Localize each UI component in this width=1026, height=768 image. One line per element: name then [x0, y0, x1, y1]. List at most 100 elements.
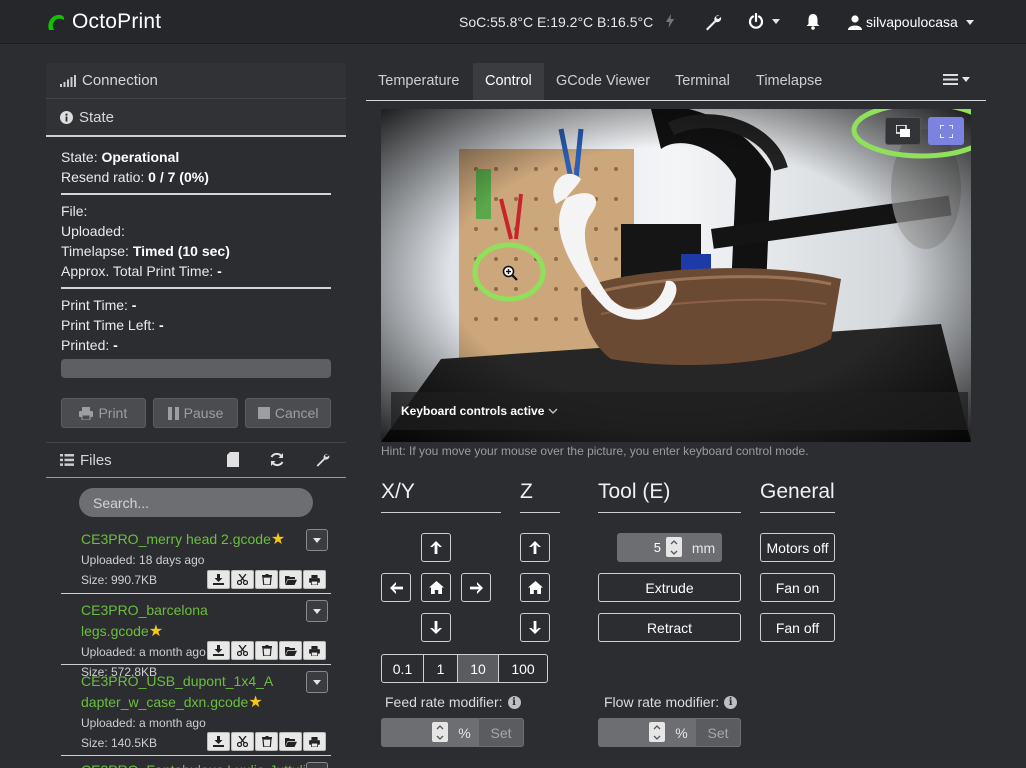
wrench-icon[interactable] [704, 13, 722, 31]
file-menu-button[interactable] [306, 671, 328, 693]
slice-button[interactable] [231, 570, 254, 589]
z-title: Z [520, 480, 533, 503]
print-time-label: Print Time: [61, 297, 128, 313]
file-line: File: [61, 203, 88, 219]
file-name[interactable]: CE3PRO_barcelona legs.gcode★ [81, 594, 331, 642]
print-file-button[interactable] [303, 732, 326, 751]
list-item[interactable]: CE3PRO_merry head 2.gcode★ Uploaded: 18 … [61, 523, 331, 594]
tab-gcode-viewer[interactable]: GCode Viewer [544, 63, 662, 100]
resend-label: Resend ratio: [61, 169, 145, 185]
file-name[interactable]: CE3PRO_Fantabulous Luulia-Juttuli [81, 756, 331, 768]
state-panel-header[interactable]: State [46, 99, 346, 137]
jog-x-minus-button[interactable] [381, 573, 411, 602]
flow-rate-set-button[interactable]: Set [695, 718, 741, 747]
keyboard-controls-bar[interactable]: Keyboard controls active [391, 392, 968, 430]
extrude-amount-input[interactable]: 5 [617, 533, 685, 562]
bolt-icon [666, 14, 674, 31]
print-file-button[interactable] [303, 641, 326, 660]
slice-button[interactable] [231, 732, 254, 751]
chevron-down-icon [653, 735, 661, 740]
tab-terminal[interactable]: Terminal [663, 63, 742, 100]
file-menu-button[interactable] [306, 600, 328, 622]
fan-off-button[interactable]: Fan off [760, 613, 835, 642]
file-menu-button[interactable] [306, 762, 328, 768]
home-xy-button[interactable] [421, 573, 451, 602]
print-file-button[interactable] [303, 570, 326, 589]
motors-off-button[interactable]: Motors off [760, 533, 835, 562]
load-button[interactable] [279, 641, 302, 660]
job-controls: Print Pause Cancel [46, 378, 346, 428]
bell-icon[interactable] [805, 13, 821, 33]
step-1-button[interactable]: 1 [423, 654, 458, 683]
search-wrap [46, 478, 346, 517]
extrude-button[interactable]: Extrude [598, 573, 741, 602]
file-name[interactable]: CE3PRO_merry head 2.gcode★ [81, 523, 331, 550]
delete-button[interactable] [255, 641, 278, 660]
list-item[interactable]: CE3PRO_USB_dupont_1x4_Adapter_w_case_dxn… [61, 665, 331, 756]
power-menu[interactable] [748, 13, 780, 29]
delete-button[interactable] [255, 732, 278, 751]
flow-rate-input[interactable] [598, 718, 668, 747]
printed-label: Printed: [61, 337, 110, 353]
download-icon [213, 645, 224, 656]
folder-open-icon [284, 575, 297, 585]
jog-x-plus-button[interactable] [461, 573, 491, 602]
star-icon: ★ [270, 531, 286, 548]
download-button[interactable] [207, 732, 230, 751]
info-icon[interactable]: i [724, 695, 738, 709]
brand[interactable]: OctoPrint [46, 10, 161, 34]
printed-value: - [113, 337, 118, 353]
list-item[interactable]: CE3PRO_Fantabulous Luulia-Juttuli [61, 756, 331, 768]
jog-y-plus-button[interactable] [421, 533, 451, 562]
load-button[interactable] [279, 732, 302, 751]
jog-z-plus-button[interactable] [520, 533, 550, 562]
brand-title: OctoPrint [72, 10, 162, 33]
cancel-button[interactable]: Cancel [245, 398, 332, 428]
file-menu-button[interactable] [306, 529, 328, 551]
files-search-input[interactable] [79, 488, 313, 517]
tab-overflow-menu[interactable] [943, 74, 970, 85]
flow-rate-spinner[interactable] [649, 722, 665, 742]
tab-timelapse[interactable]: Timelapse [744, 63, 834, 100]
user-menu[interactable]: silvapoulocasa [848, 14, 974, 30]
feed-rate-percent: % [451, 718, 478, 747]
extrude-amount-spinner[interactable] [666, 537, 682, 557]
step-0-1-button[interactable]: 0.1 [381, 654, 424, 683]
hamburger-icon [943, 74, 958, 85]
download-button[interactable] [207, 570, 230, 589]
step-100-button[interactable]: 100 [498, 654, 548, 683]
info-icon[interactable]: i [507, 695, 521, 709]
download-button[interactable] [207, 641, 230, 660]
tab-temperature[interactable]: Temperature [366, 63, 471, 100]
connection-panel-header[interactable]: Connection [46, 63, 346, 99]
pause-button[interactable]: Pause [152, 398, 239, 428]
load-button[interactable] [279, 570, 302, 589]
file-name[interactable]: CE3PRO_USB_dupont_1x4_Adapter_w_case_dxn… [81, 665, 316, 713]
trash-icon [261, 645, 272, 656]
files-panel-header[interactable]: Files [46, 442, 346, 478]
feed-rate-spinner[interactable] [432, 722, 448, 742]
fan-on-button[interactable]: Fan on [760, 573, 835, 602]
tab-control[interactable]: Control [473, 63, 544, 100]
delete-button[interactable] [255, 570, 278, 589]
arrow-up-icon [529, 541, 541, 554]
feed-rate-set-button[interactable]: Set [478, 718, 524, 747]
sd-card-icon[interactable] [227, 452, 239, 467]
feed-rate-input[interactable] [381, 718, 451, 747]
print-button[interactable]: Print [61, 398, 146, 428]
wrench-icon[interactable] [315, 452, 330, 467]
slice-button[interactable] [231, 641, 254, 660]
jog-z-minus-button[interactable] [520, 613, 550, 642]
file-actions [207, 570, 326, 589]
jog-y-minus-button[interactable] [421, 613, 451, 642]
picture-in-picture-button[interactable] [885, 117, 921, 145]
temperature-readout: SoC:55.8°C E:19.2°C B:16.5°C [459, 14, 654, 30]
home-z-button[interactable] [520, 573, 550, 602]
user-icon [848, 14, 862, 30]
retract-button[interactable]: Retract [598, 613, 741, 642]
list-item[interactable]: CE3PRO_barcelona legs.gcode★ Uploaded: a… [61, 594, 331, 679]
refresh-icon[interactable] [269, 452, 285, 467]
fullscreen-button[interactable] [928, 117, 964, 145]
step-10-button[interactable]: 10 [457, 654, 499, 683]
webcam-stream[interactable]: Keyboard controls active [381, 109, 971, 442]
